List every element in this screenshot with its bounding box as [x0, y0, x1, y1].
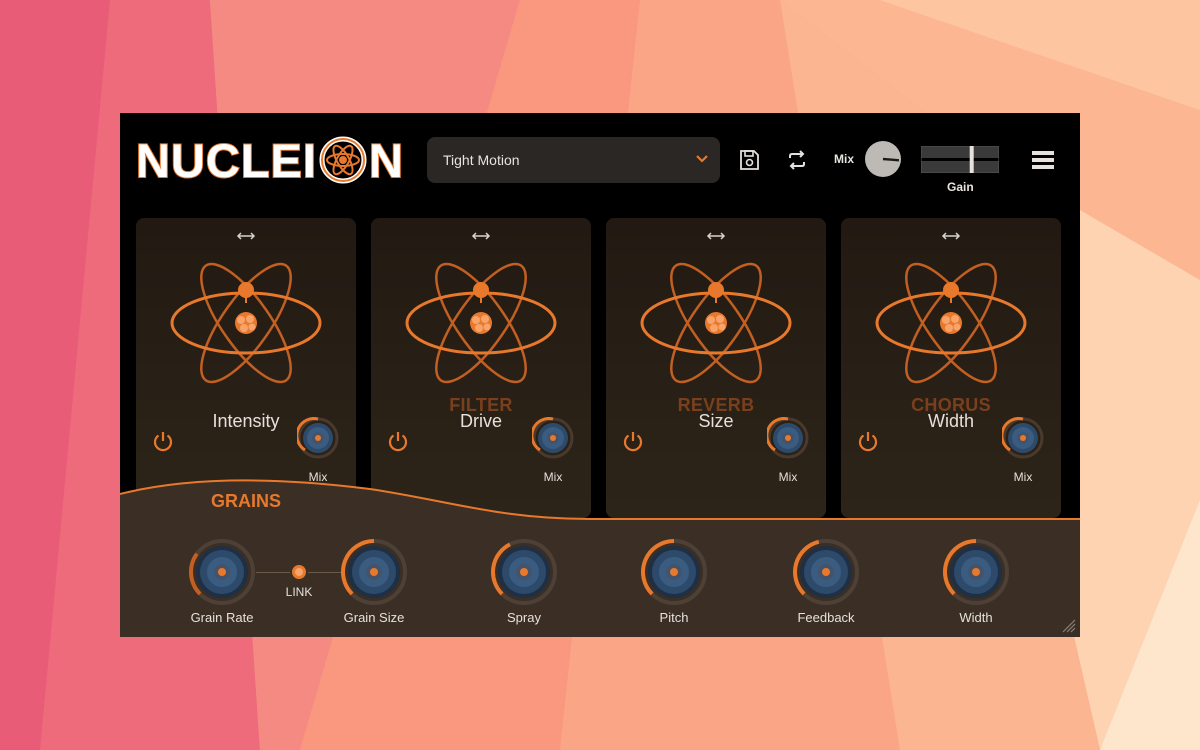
spray-label: Spray: [507, 610, 541, 625]
feedback-label: Feedback: [797, 610, 855, 625]
pitch-knob[interactable]: [640, 538, 708, 606]
effect-panel-grains[interactable]: Intensity Mix: [136, 218, 356, 518]
mix-knob[interactable]: [532, 417, 574, 459]
tab-filter[interactable]: FILTER: [371, 395, 591, 416]
power-icon[interactable]: [857, 430, 879, 452]
tab-grains[interactable]: GRAINS: [136, 491, 356, 512]
power-icon[interactable]: [152, 430, 174, 452]
link-line-right: [308, 572, 342, 573]
master-mix-label: Mix: [834, 152, 855, 166]
atom-intensity-control[interactable]: [166, 248, 326, 398]
power-icon[interactable]: [622, 430, 644, 452]
effect-panel-reverb[interactable]: Size Mix: [606, 218, 826, 518]
effect-panel-filter[interactable]: Drive Mix: [371, 218, 591, 518]
plugin-window: NUCLEI N Tight Motion Mix Gain Intensity…: [120, 113, 1080, 637]
width-label: Width: [959, 610, 993, 625]
grain-size-knob[interactable]: [340, 538, 408, 606]
link-label: LINK: [285, 585, 313, 599]
atom-size-control[interactable]: [636, 248, 796, 398]
pitch-label: Pitch: [659, 610, 689, 625]
spray-knob[interactable]: [490, 538, 558, 606]
atom-width-control[interactable]: [871, 248, 1031, 398]
link-line-left: [256, 572, 290, 573]
mix-knob[interactable]: [767, 417, 809, 459]
gain-slider[interactable]: [921, 146, 999, 173]
resize-grip-icon[interactable]: [1058, 615, 1076, 633]
gain-label: Gain: [947, 180, 974, 194]
atom-drive-control[interactable]: [401, 248, 561, 398]
grain-size-label: Grain Size: [343, 610, 405, 625]
master-mix-knob[interactable]: [863, 139, 903, 179]
swap-arrows-icon[interactable]: [236, 230, 256, 242]
grain-rate-label: Grain Rate: [190, 610, 254, 625]
feedback-knob[interactable]: [792, 538, 860, 606]
power-icon[interactable]: [387, 430, 409, 452]
swap-arrows-icon[interactable]: [706, 230, 726, 242]
save-icon[interactable]: [737, 148, 761, 172]
chevron-down-icon: [696, 155, 708, 163]
app-logo: NUCLEI N: [135, 133, 404, 188]
effect-panel-chorus[interactable]: Width Mix: [841, 218, 1061, 518]
preset-dropdown[interactable]: Tight Motion: [427, 137, 720, 183]
tab-chorus[interactable]: CHORUS: [841, 395, 1061, 416]
atom-logo-icon: [319, 136, 367, 184]
width-knob[interactable]: [942, 538, 1010, 606]
swap-arrows-icon[interactable]: [471, 230, 491, 242]
swap-arrows-icon[interactable]: [941, 230, 961, 242]
loop-icon[interactable]: [785, 148, 809, 172]
tab-reverb[interactable]: REVERB: [606, 395, 826, 416]
mix-knob[interactable]: [1002, 417, 1044, 459]
preset-name: Tight Motion: [443, 152, 520, 168]
link-toggle[interactable]: [291, 564, 307, 580]
mix-knob[interactable]: [297, 417, 339, 459]
logo-text-left: NUCLEI: [135, 133, 317, 188]
grain-rate-knob[interactable]: [188, 538, 256, 606]
menu-icon[interactable]: [1032, 149, 1054, 171]
logo-text-right: N: [368, 133, 404, 188]
